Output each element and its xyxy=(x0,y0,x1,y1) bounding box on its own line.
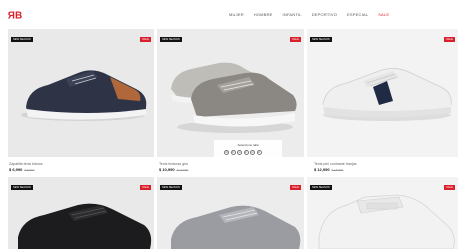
product-image[interactable]: NEW SEASON SALE xyxy=(157,177,304,249)
sale-badge: SALE xyxy=(140,37,151,42)
white-sneaker-image xyxy=(322,68,452,121)
old-price: $ 8,990 xyxy=(24,168,35,172)
nav-deportivo[interactable]: Deportivo xyxy=(312,12,337,17)
product-name[interactable]: Zapatilla tenis básica xyxy=(9,162,43,166)
navy-sneaker-image xyxy=(21,70,147,121)
size-picker-title: Seleccione talla xyxy=(237,143,259,147)
nav-hombre[interactable]: Hombre xyxy=(254,12,273,17)
size-option[interactable]: 38 xyxy=(224,150,229,155)
sale-badge: SALE xyxy=(140,185,151,190)
grey-sneakers-image xyxy=(171,62,297,133)
size-option[interactable]: 39 xyxy=(230,150,236,155)
sale-badge: SALE xyxy=(444,37,455,42)
product-image[interactable]: NEW SEASON SALE xyxy=(307,177,458,249)
product-price: $ 10,990 $ 13,990 xyxy=(159,167,188,172)
main-nav: Mujer Hombre Infantil Deportivo Especial… xyxy=(229,12,389,17)
current-price: $ 6,990 xyxy=(9,167,23,172)
size-option[interactable]: 41 xyxy=(243,150,249,155)
old-price: $ 15,990 xyxy=(331,168,344,172)
size-option[interactable]: 43 xyxy=(256,150,262,155)
size-option[interactable]: 40 xyxy=(237,150,242,155)
sale-badge: SALE xyxy=(290,37,301,42)
current-price: $ 12,990 xyxy=(314,167,330,172)
product-price: $ 6,990 $ 8,990 xyxy=(9,167,34,172)
brand-logo[interactable]: ЯB xyxy=(8,9,22,21)
svg-text:ЯB: ЯB xyxy=(8,11,22,22)
product-name[interactable]: Tenis piel contraste franjas xyxy=(314,162,357,166)
nav-especial[interactable]: Especial xyxy=(347,12,368,17)
new-season-badge: NEW SEASON xyxy=(11,185,33,190)
new-season-badge: NEW SEASON xyxy=(160,185,182,190)
size-option[interactable]: 42 xyxy=(250,150,255,155)
old-price: $ 13,990 xyxy=(176,168,189,172)
new-season-badge: NEW SEASON xyxy=(310,185,332,190)
size-options: 38 39 40 41 42 43 xyxy=(224,150,262,155)
product-image[interactable]: NEW SEASON SALE xyxy=(8,177,154,249)
sale-badge: SALE xyxy=(290,185,301,190)
nav-sale[interactable]: Sale xyxy=(378,12,389,17)
current-price: $ 10,990 xyxy=(159,167,175,172)
sale-badge: SALE xyxy=(444,185,455,190)
site-header: ЯB Mujer Hombre Infantil Deportivo Espec… xyxy=(0,0,458,30)
size-picker: Seleccione talla 38 39 40 41 42 43 xyxy=(214,140,282,157)
new-season-badge: NEW SEASON xyxy=(310,37,332,42)
product-price: $ 12,990 $ 15,990 xyxy=(314,167,343,172)
product-image[interactable]: NEW SEASON SALE xyxy=(8,29,154,157)
product-image[interactable]: NEW SEASON SALE xyxy=(307,29,458,157)
product-name[interactable]: Tenis texturas gris xyxy=(159,162,188,166)
new-season-badge: NEW SEASON xyxy=(160,37,182,42)
nav-mujer[interactable]: Mujer xyxy=(229,12,244,17)
product-image[interactable]: NEW SEASON SALE Seleccione talla 38 39 4… xyxy=(157,29,304,157)
new-season-badge: NEW SEASON xyxy=(11,37,33,42)
nav-infantil[interactable]: Infantil xyxy=(283,12,302,17)
